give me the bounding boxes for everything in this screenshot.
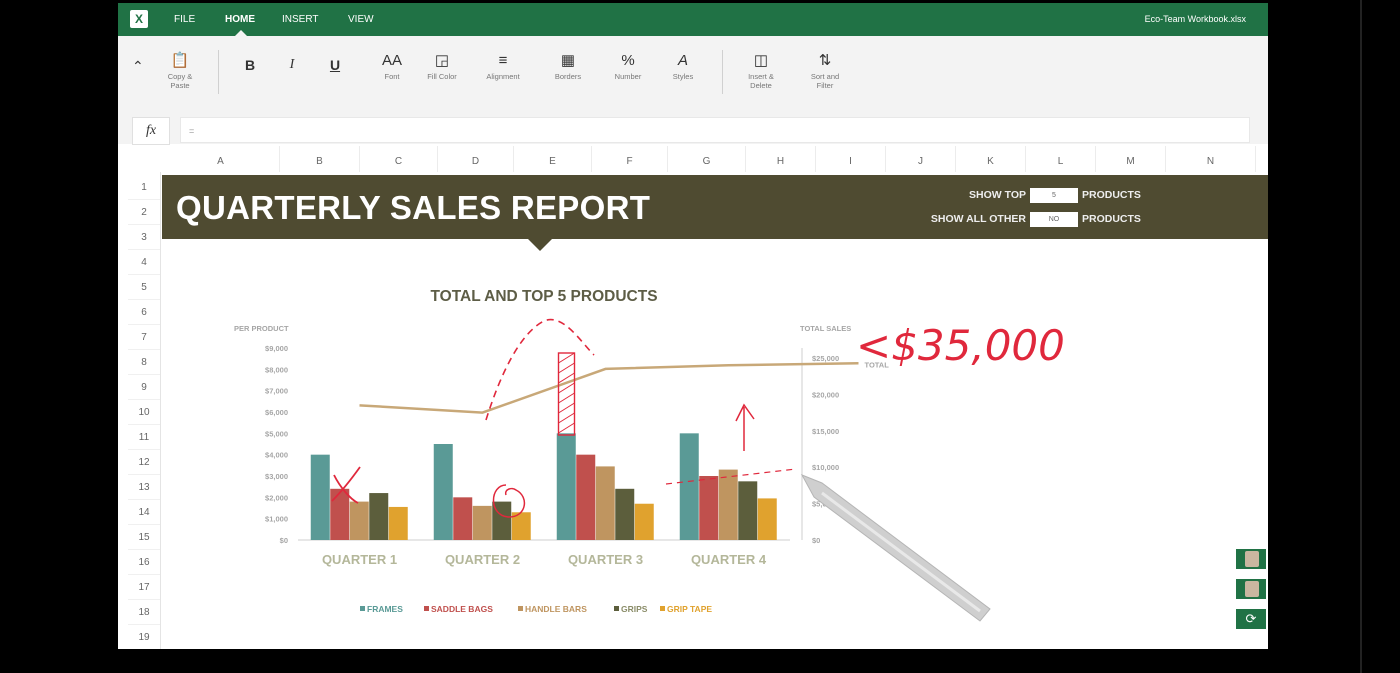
legend-swatch: [360, 606, 365, 611]
bar-saddle-bags: [699, 476, 719, 540]
left-tick-label: $3,000: [265, 472, 288, 481]
legend-item: FRAMES: [367, 604, 403, 614]
bar-saddle-bags: [330, 488, 350, 540]
ink-hatch: [558, 352, 575, 364]
bar-handle-bars: [472, 505, 492, 540]
left-tick-label: $0: [280, 536, 288, 545]
right-axis-label: TOTAL SALES: [800, 324, 851, 333]
legend-item: GRIPS: [621, 604, 648, 614]
left-tick-label: $5,000: [265, 429, 288, 438]
device-frame-edge: [1360, 0, 1362, 673]
legend-swatch: [614, 606, 619, 611]
bar-grip-tape: [388, 506, 408, 540]
left-tick-label: $6,000: [265, 408, 288, 417]
left-tick-label: $1,000: [265, 515, 288, 524]
left-tick-label: $2,000: [265, 493, 288, 502]
ink-hatch: [558, 392, 575, 404]
category-label: QUARTER 2: [445, 552, 520, 567]
bar-saddle-bags: [576, 454, 596, 540]
right-tick-label: $15,000: [812, 427, 839, 436]
left-tick-label: $8,000: [265, 365, 288, 374]
person-icon: [1245, 581, 1259, 597]
right-tick-label: $0: [812, 536, 820, 545]
sales-chart[interactable]: TOTAL AND TOP 5 PRODUCTS PER PRODUCT TOTAL…: [118, 3, 1268, 649]
legend-swatch: [424, 606, 429, 611]
sync-icon[interactable]: ⟳: [1236, 609, 1266, 629]
legend-swatch: [660, 606, 665, 611]
ink-hatch: [558, 412, 575, 424]
left-tick-label: $4,000: [265, 451, 288, 460]
excel-app-window: FILE HOME INSERT VIEW Eco-Team Workbook.…: [118, 3, 1268, 649]
ink-hatch: [558, 362, 575, 374]
bar-grips: [615, 488, 635, 540]
category-label: QUARTER 1: [322, 552, 397, 567]
category-label: QUARTER 3: [568, 552, 643, 567]
ink-hatch: [558, 422, 575, 434]
bar-handle-bars: [595, 466, 615, 540]
legend-item: HANDLE BARS: [525, 604, 587, 614]
bar-handle-bars: [718, 469, 738, 540]
bar-grips: [369, 493, 389, 540]
right-tick-label: $10,000: [812, 463, 839, 472]
left-axis-label: PER PRODUCT: [234, 324, 289, 333]
person-icon: [1245, 551, 1259, 567]
stylus-highlight: [821, 491, 981, 613]
legend-item: GRIP TAPE: [667, 604, 712, 614]
left-tick-label: $7,000: [265, 387, 288, 396]
total-line: [359, 362, 859, 414]
collaborator-avatar-1[interactable]: [1236, 549, 1266, 569]
category-label: QUARTER 4: [691, 552, 767, 567]
bar-frames: [679, 433, 699, 540]
ink-up-arrow: [735, 403, 755, 451]
legend-swatch: [518, 606, 523, 611]
bar-saddle-bags: [453, 497, 473, 540]
chart-title: TOTAL AND TOP 5 PRODUCTS: [430, 288, 657, 305]
collaborator-avatar-2[interactable]: [1236, 579, 1266, 599]
left-tick-label: $9,000: [265, 344, 288, 353]
bar-grip-tape: [634, 503, 654, 540]
right-tick-label: $20,000: [812, 390, 839, 399]
bar-grips: [738, 481, 758, 540]
bar-frames: [310, 454, 330, 540]
handwritten-annotation: <$35,000: [856, 321, 1065, 370]
bar-grip-tape: [757, 498, 777, 540]
legend-item: SADDLE BAGS: [431, 604, 493, 614]
right-tick-label: $25,000: [812, 354, 839, 363]
bar-frames: [433, 444, 453, 540]
bar-handle-bars: [349, 501, 369, 540]
ink-hatch: [558, 402, 575, 414]
bar-frames: [556, 433, 576, 540]
